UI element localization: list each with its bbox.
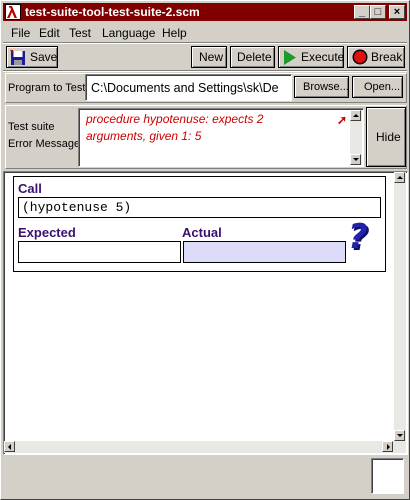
menu-file[interactable]: File [11,26,30,40]
question-mark-icon: ? [348,217,368,257]
error-message-line2: arguments, given 1: 5 [86,129,202,143]
actual-output [183,241,346,263]
maximize-button[interactable]: □ [370,5,386,19]
save-button[interactable]: Save [6,46,58,68]
hide-button[interactable]: Hide [366,107,406,167]
main-vertical-scrollbar[interactable] [394,172,406,453]
application-window: test-suite-tool-test-suite-2.scm _ □ × F… [0,0,410,500]
error-scrollbar[interactable] [350,110,362,165]
error-message-label: Error Message [8,138,81,150]
save-icon [10,50,26,69]
toolbar-divider [3,70,407,72]
menu-bar: File Edit Test Language Help [3,23,407,42]
status-indicator [371,458,404,494]
call-input[interactable]: (hypotenuse 5) [18,197,381,218]
error-message-box[interactable]: procedure hypotenuse: expects 2 argument… [78,108,364,167]
play-icon [283,50,297,68]
execute-button[interactable]: Execute [278,46,344,68]
scroll-up-icon[interactable] [350,110,361,121]
delete-button[interactable]: Delete [230,46,275,68]
minimize-button[interactable]: _ [354,5,370,19]
menu-help[interactable]: Help [162,26,187,40]
browse-button[interactable]: Browse... [294,76,349,98]
main-scroll-right-icon[interactable] [382,441,393,452]
main-scroll-left-icon[interactable] [4,441,15,452]
main-horizontal-scrollbar[interactable] [4,441,394,453]
error-message-line1: procedure hypotenuse: expects 2 [86,112,264,126]
scroll-down-icon[interactable] [350,154,361,165]
menu-divider [3,42,407,44]
main-scroll-down-icon[interactable] [394,430,405,441]
break-button[interactable]: Break [347,46,405,68]
expected-input[interactable] [18,241,181,263]
test-suite-label: Test suite [8,121,55,133]
menu-edit[interactable]: Edit [39,26,60,40]
menu-test[interactable]: Test [69,26,91,40]
test-cases-area: Call (hypotenuse 5) Expected Actual ? [3,171,408,455]
menu-language[interactable]: Language [102,26,155,40]
window-title: test-suite-tool-test-suite-2.scm [25,5,200,19]
test-case-card[interactable]: Call (hypotenuse 5) Expected Actual ? [13,176,386,272]
error-indicator-icon: ➚ [337,113,348,127]
program-to-test-label: Program to Test [8,82,86,94]
expected-label: Expected [18,225,76,240]
close-button[interactable]: × [389,5,405,19]
open-button[interactable]: Open... [352,76,403,98]
actual-label: Actual [182,225,222,240]
main-scroll-up-icon[interactable] [394,172,405,183]
new-button[interactable]: New [191,46,227,68]
title-bar[interactable]: test-suite-tool-test-suite-2.scm _ □ × [3,3,407,21]
call-label: Call [18,181,42,196]
stop-icon [352,49,368,68]
lambda-app-icon [5,4,21,20]
program-path-field[interactable]: C:\Documents and Settings\sk\De [85,74,292,101]
